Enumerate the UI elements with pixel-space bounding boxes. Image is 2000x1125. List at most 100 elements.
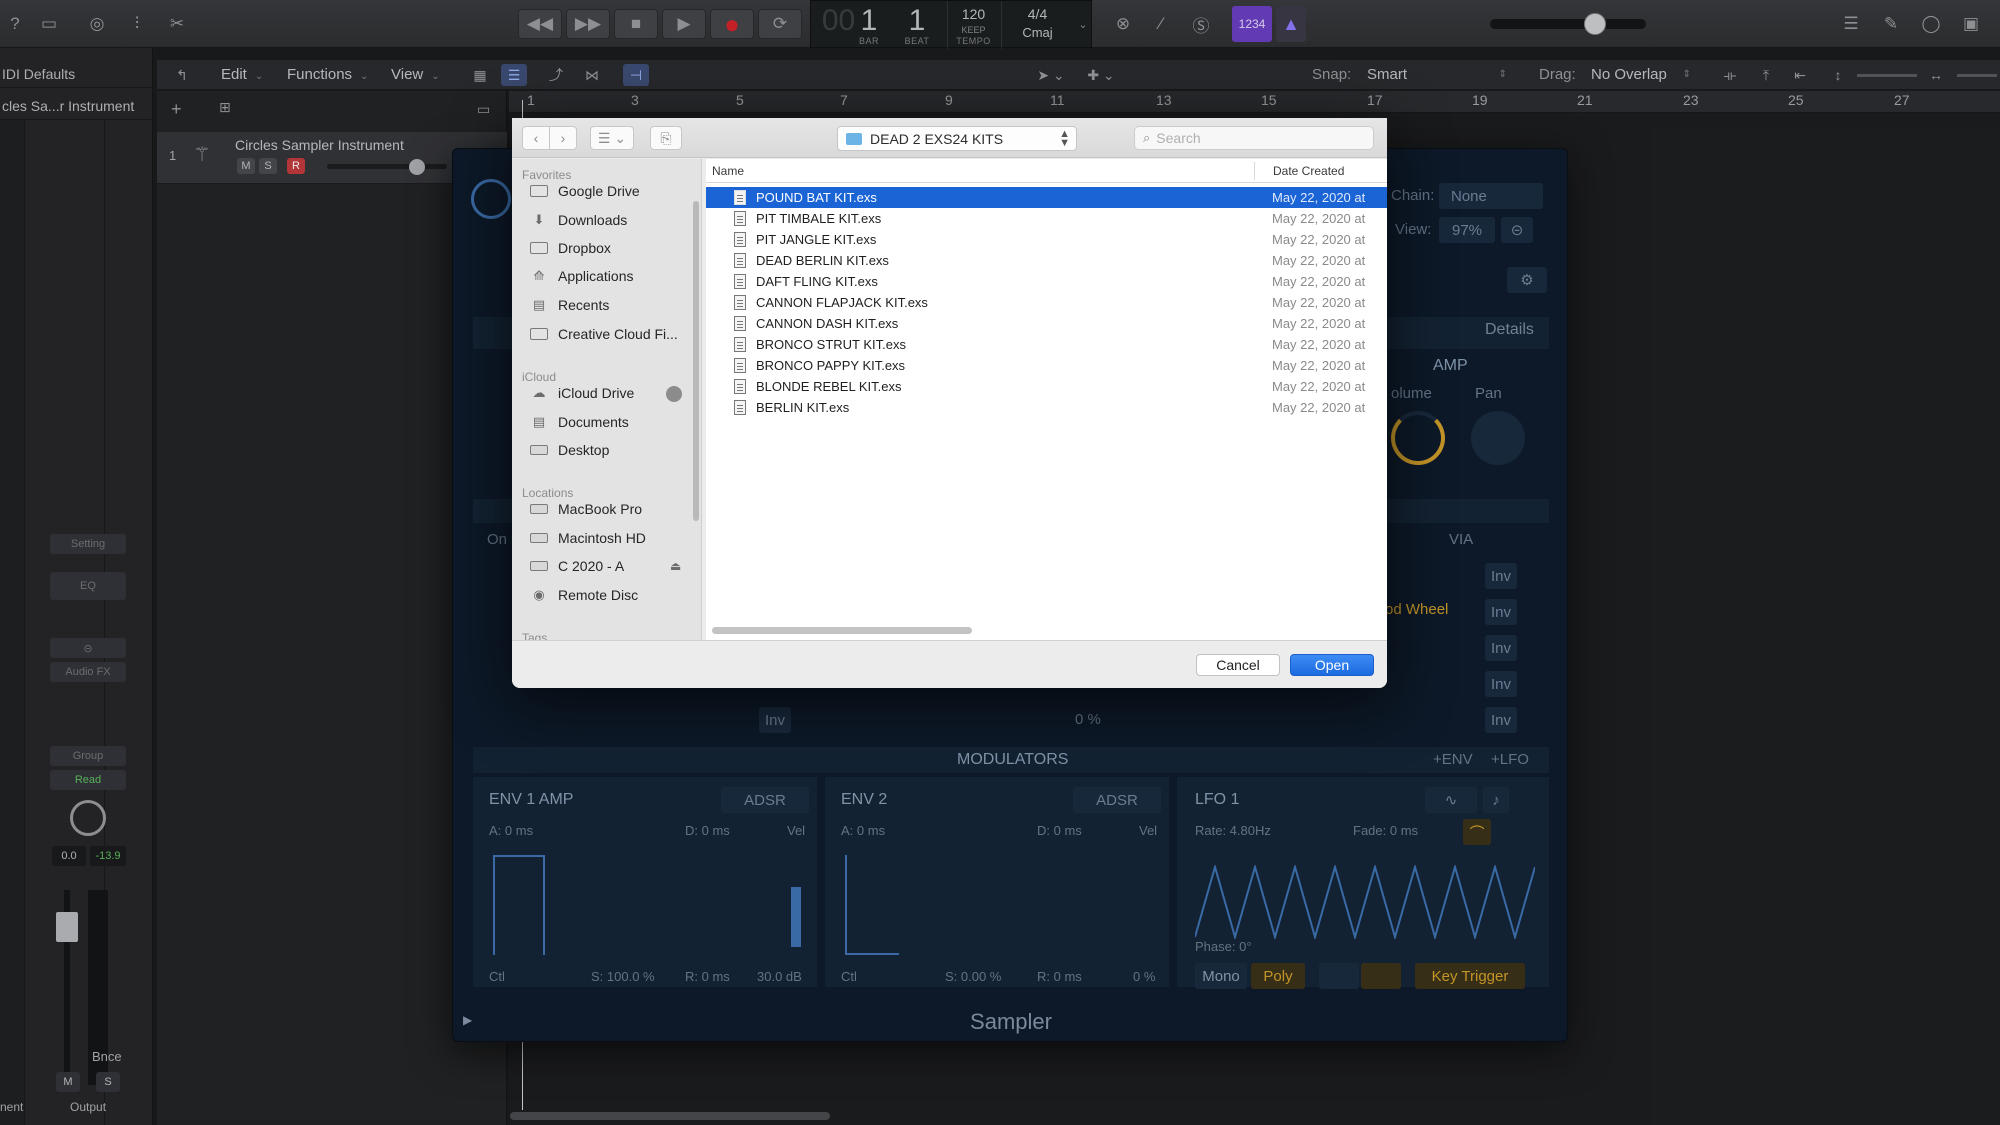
search-input[interactable]: ⌕ Search [1134, 126, 1374, 150]
drag-dropdown[interactable]: No Overlap ⇕ [1591, 60, 1691, 90]
track-solo-button[interactable]: S [259, 158, 277, 174]
cancel-button[interactable]: Cancel [1196, 654, 1280, 676]
solo-mode-icon[interactable]: Ⓢ [1186, 9, 1216, 39]
waveform-zoom-icon[interactable]: ⟛ [1717, 64, 1743, 86]
solo-button[interactable]: S [96, 1072, 120, 1092]
invert-button[interactable]: Inv [1485, 707, 1517, 733]
amount-value[interactable]: 0 % [1075, 711, 1101, 728]
lfo-waveform-dropdown[interactable]: ∿ [1425, 787, 1477, 813]
eq-button[interactable]: EQ [50, 572, 126, 600]
region-inspector-header[interactable]: IDI Defaults [0, 60, 153, 88]
mixer-icon[interactable]: ⫶ [122, 9, 152, 39]
setting-button[interactable]: Setting [50, 534, 126, 554]
env1-velocity-slider[interactable] [791, 887, 801, 947]
env2-release[interactable]: R: 0 ms [1037, 969, 1082, 984]
file-row[interactable]: POUND BAT KIT.exs May 22, 2020 at [706, 187, 1387, 208]
library-icon[interactable]: ▭ [34, 9, 64, 39]
lfo1-phase[interactable]: Phase: 0° [1195, 939, 1252, 954]
new-folder-icon[interactable]: ⎘ [650, 126, 682, 150]
key-trigger-button[interactable]: Key Trigger [1415, 963, 1525, 989]
fit-vertical-icon[interactable]: ⤒ [1753, 64, 1779, 86]
date-created-column-header[interactable]: Date Created [1273, 164, 1344, 178]
env1-release[interactable]: R: 0 ms [685, 969, 730, 984]
lcd-tempo[interactable]: 120 KEEP TEMPO [947, 1, 999, 49]
eject-icon[interactable]: ⏏ [670, 559, 681, 573]
stop-button[interactable]: ■ [614, 9, 658, 39]
catch-icon[interactable]: ⊣ [623, 64, 649, 86]
link-icon[interactable]: ⊝ [50, 638, 126, 658]
chain-dropdown[interactable]: None [1439, 183, 1543, 209]
sidebar-item-c-2020-a[interactable]: C 2020 - A [530, 553, 624, 579]
track-inspector-header[interactable]: cles Sa...r Instrument [0, 92, 153, 120]
autopunch-icon[interactable]: ⁄ [1146, 9, 1176, 39]
pan-knob[interactable] [1471, 411, 1525, 465]
sidebar-item-macbook-pro[interactable]: MacBook Pro [530, 496, 642, 522]
file-row[interactable]: PIT JANGLE KIT.exs May 22, 2020 at [706, 229, 1387, 250]
add-lfo-button[interactable]: +LFO [1491, 751, 1529, 768]
invert-button[interactable]: Inv [1485, 563, 1517, 589]
play-button[interactable]: ▶ [662, 9, 706, 39]
sidebar-item-icloud-drive[interactable]: ☁ iCloud Drive [530, 380, 635, 406]
lcd-dropdown-icon[interactable]: ⌄ [1073, 1, 1093, 49]
add-track-icon[interactable]: + [171, 99, 195, 121]
env1-graph[interactable] [493, 855, 545, 955]
env2-graph[interactable] [845, 855, 899, 955]
sidebar-item-applications[interactable]: ⟰ Applications [530, 263, 634, 289]
poly-button[interactable]: Poly [1251, 963, 1305, 989]
list-editors-icon[interactable]: ☰ [1836, 9, 1866, 39]
editors-icon[interactable]: ✂ [162, 9, 192, 39]
pointer-tool-icon[interactable]: ➤ ⌄ [1031, 64, 1071, 86]
file-row[interactable]: DAFT FLING KIT.exs May 22, 2020 at [706, 271, 1387, 292]
cycle-button[interactable]: ⟳ [758, 9, 802, 39]
sidebar-item-documents[interactable]: ▤ Documents [530, 409, 629, 435]
env1-attack[interactable]: A: 0 ms [489, 823, 533, 838]
track-mute-button[interactable]: M [237, 158, 255, 174]
back-nav-icon[interactable]: ‹ [522, 126, 550, 150]
lfo1-rate[interactable]: Rate: 4.80Hz [1195, 823, 1271, 838]
file-row[interactable]: BRONCO STRUT KIT.exs May 22, 2020 at [706, 334, 1387, 355]
invert-button[interactable]: Inv [1485, 599, 1517, 625]
path-dropdown[interactable]: DEAD 2 EXS24 KITS ▲ ▼ [837, 126, 1077, 151]
env2-mode-dropdown[interactable]: ADSR [1073, 787, 1161, 813]
file-row[interactable]: CANNON DASH KIT.exs May 22, 2020 at [706, 313, 1387, 334]
track-volume-slider[interactable] [327, 164, 447, 169]
view-menu[interactable]: View ⌄ [391, 60, 440, 90]
automation-mode-button[interactable]: Read [50, 770, 126, 790]
track-record-button[interactable]: R [287, 158, 305, 174]
env1-velocity-value[interactable]: 30.0 dB [757, 969, 802, 984]
master-volume-knob[interactable] [1584, 13, 1606, 35]
output-label[interactable]: Output [70, 1100, 106, 1114]
volume-fader-cap[interactable] [56, 912, 78, 942]
arrange-scrollbar[interactable] [510, 1112, 830, 1120]
view-options-icon[interactable]: ☰ ⌄ [590, 126, 634, 150]
lfo1-fade[interactable]: Fade: 0 ms [1353, 823, 1418, 838]
audio-fx-button[interactable]: Audio FX [50, 662, 126, 682]
file-row[interactable]: BLONDE REBEL KIT.exs May 22, 2020 at [706, 376, 1387, 397]
sidebar-item-downloads[interactable]: ⬇ Downloads [530, 207, 628, 233]
column-divider[interactable] [1254, 162, 1255, 180]
vertical-zoom-slider[interactable] [1857, 74, 1917, 77]
env2-attack[interactable]: A: 0 ms [841, 823, 885, 838]
open-button[interactable]: Open [1290, 654, 1374, 676]
rewind-button[interactable]: ◀◀ [518, 9, 562, 39]
bounce-label[interactable]: Bnce [92, 1049, 122, 1064]
lcd-signature[interactable]: 4/4 Cmaj [1001, 1, 1073, 49]
back-icon[interactable]: ↰ [169, 64, 195, 86]
file-row[interactable]: BRONCO PAPPY KIT.exs May 22, 2020 at [706, 355, 1387, 376]
smart-controls-icon[interactable]: ◎ [82, 9, 112, 39]
pencil-tool-icon[interactable]: ✚ ⌄ [1081, 64, 1121, 86]
details-tab[interactable]: Details [1485, 321, 1534, 339]
edit-menu[interactable]: Edit ⌄ [221, 60, 263, 90]
lfo1-waveform[interactable] [1195, 865, 1535, 939]
sidebar-scrollbar[interactable] [693, 201, 699, 521]
env1-decay[interactable]: D: 0 ms [685, 823, 730, 838]
sidebar-item-remote-disc[interactable]: ◉ Remote Disc [530, 582, 638, 608]
env2-sustain[interactable]: S: 0.00 % [945, 969, 1001, 984]
flex-icon[interactable]: ⋈ [579, 64, 605, 86]
browsers-icon[interactable]: ▣ [1956, 9, 1986, 39]
master-volume-slider[interactable] [1490, 19, 1646, 29]
invert-button[interactable]: Inv [1485, 671, 1517, 697]
file-row[interactable]: BERLIN KIT.exs May 22, 2020 at [706, 397, 1387, 418]
env2-velocity-value[interactable]: 0 % [1133, 969, 1155, 984]
pan-knob[interactable] [70, 800, 106, 836]
